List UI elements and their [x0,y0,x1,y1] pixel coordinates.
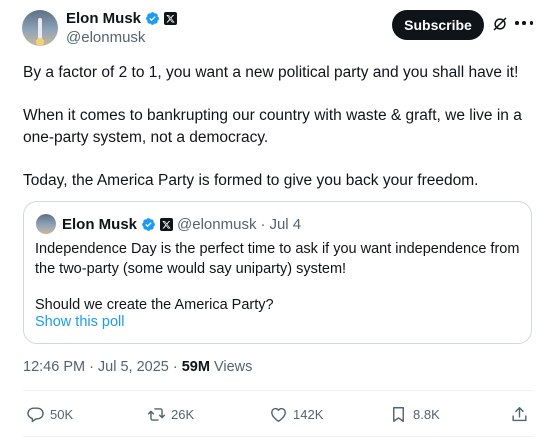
more-dot [515,21,519,25]
views-label: Views [213,359,253,375]
divider [23,390,533,391]
subscribe-button[interactable]: Subscribe [392,10,484,40]
avatar-rocket [38,18,42,40]
tweet-date[interactable]: Jul 5, 2025 [98,359,169,375]
repost-icon [147,407,166,421]
author-avatar[interactable] [22,10,58,46]
quote-handle[interactable]: @elonmusk [177,216,256,233]
bookmark-button[interactable]: 8.8K [389,403,440,425]
repost-button[interactable]: 26K [147,403,194,425]
bookmark-icon [393,406,404,422]
more-dot [522,21,526,25]
quote-date[interactable]: Jul 4 [269,216,301,233]
reply-count: 50K [50,406,74,422]
more-icon[interactable] [515,14,533,32]
tweet-paragraph: Today, the America Party is formed to gi… [23,172,479,189]
x-logo-icon [160,217,174,231]
show-poll-link[interactable]: Show this poll [35,314,124,330]
meta-separator: · [172,359,178,375]
quote-paragraph: Should we create the America Party? [35,297,274,313]
meta-separator: · [89,359,94,375]
like-button[interactable]: 142K [269,403,323,425]
author-name-row: Elon Musk [66,10,178,27]
quote-display-name[interactable]: Elon Musk [62,216,137,233]
action-bar: 50K 26K 142K 8.8K [26,403,536,425]
share-button[interactable] [510,403,529,425]
verified-badge-icon [142,217,155,231]
share-icon [512,406,527,421]
avatar-flame [36,38,44,46]
tweet-paragraph: By a factor of 2 to 1, you want a new po… [23,64,519,81]
quote-paragraph: Independence Day is the perfect time to … [35,241,520,277]
divider [23,436,533,437]
repost-count: 26K [171,406,195,422]
tweet-time[interactable]: 12:46 PM [23,359,85,375]
author-display-name[interactable]: Elon Musk [66,10,141,27]
bookmark-count: 8.8K [413,406,440,422]
reply-button[interactable]: 50K [26,403,73,425]
tweet-metadata: 12:46 PM · Jul 5, 2025 · 59M Views [23,359,252,375]
grok-icon[interactable] [491,15,509,33]
verified-badge-icon [146,12,159,25]
quoted-tweet[interactable]: Elon Musk @elonmusk · Jul 4 Independence… [23,201,532,344]
tweet-paragraph: When it comes to bankrupting our country… [23,107,522,146]
quote-header: Elon Musk @elonmusk · Jul 4 [62,214,301,234]
more-dot [529,21,533,25]
views-count[interactable]: 59M [182,359,210,375]
like-count: 142K [293,406,324,422]
quote-separator: · [260,215,266,233]
author-handle[interactable]: @elonmusk [66,29,145,46]
x-logo-icon [164,12,178,25]
reply-icon [27,406,44,422]
quote-avatar[interactable] [36,214,56,234]
like-icon [271,407,286,422]
